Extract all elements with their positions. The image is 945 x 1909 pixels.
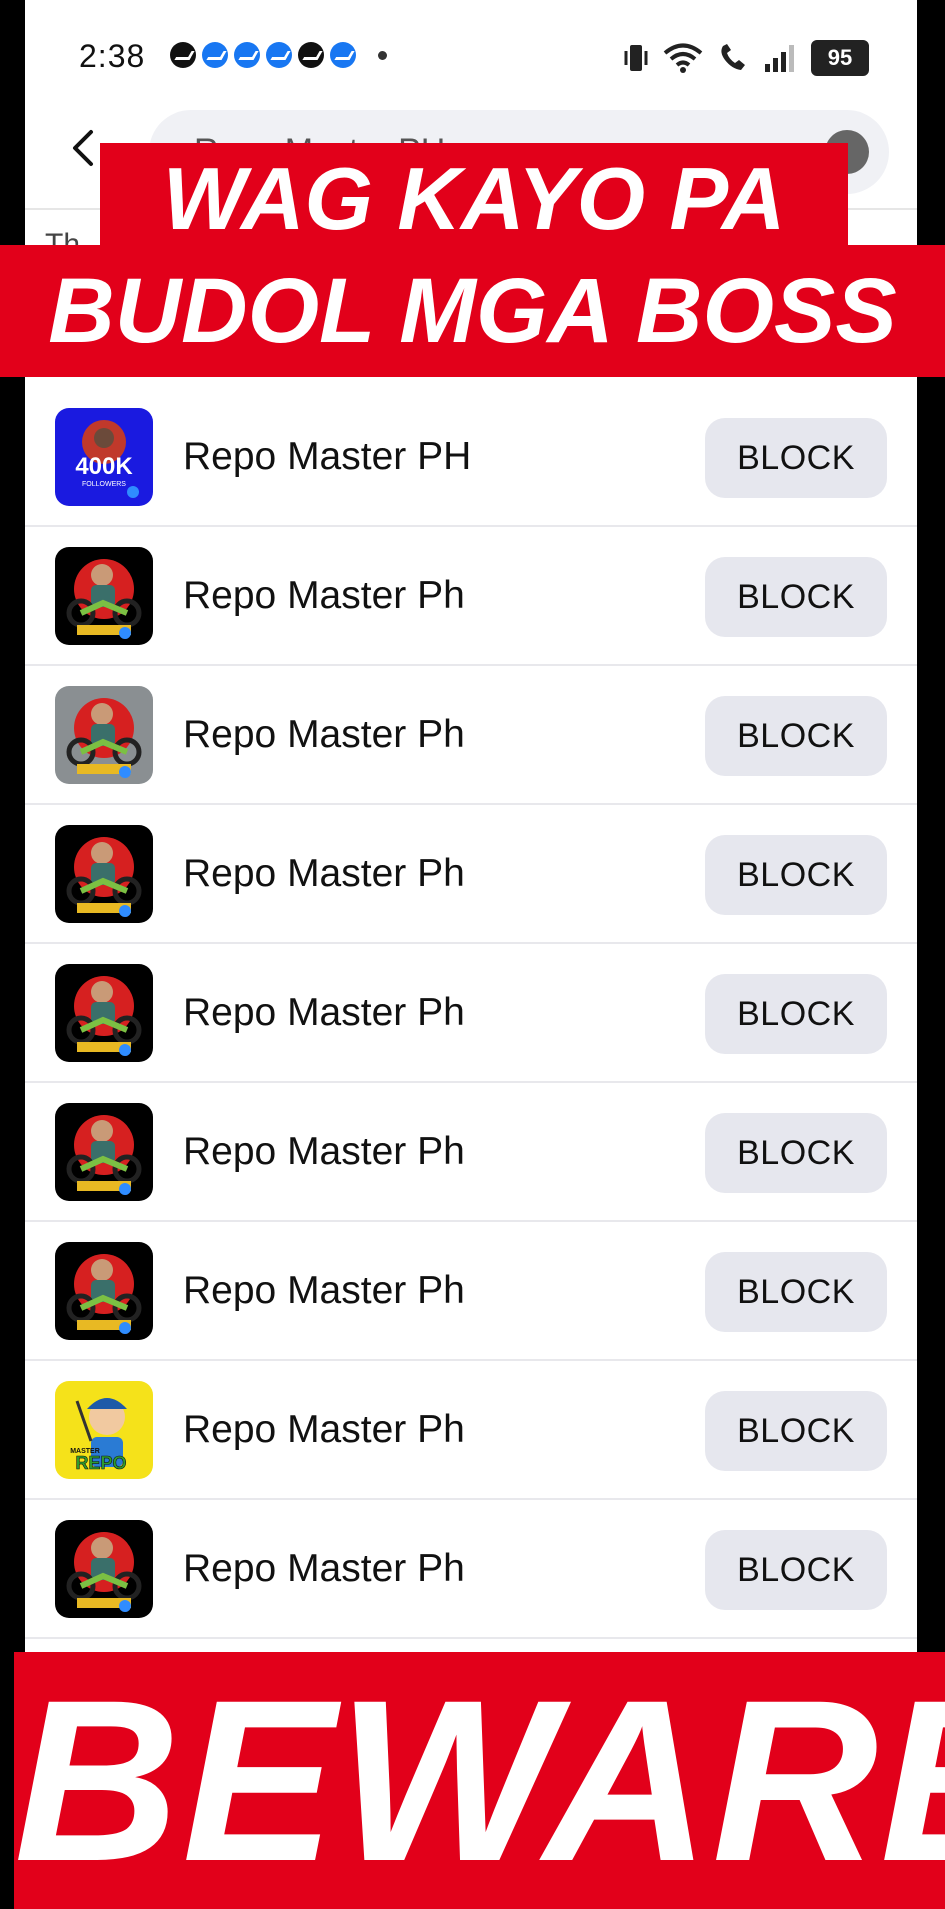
block-button[interactable]: BLOCK xyxy=(705,1530,887,1610)
result-row[interactable]: Repo Master Ph BLOCK xyxy=(25,944,917,1083)
profile-avatar[interactable] xyxy=(55,825,153,923)
profile-name[interactable]: Repo Master Ph xyxy=(183,1130,465,1174)
profile-name[interactable]: Repo Master Ph xyxy=(183,713,465,757)
block-button[interactable]: BLOCK xyxy=(705,696,887,776)
result-row[interactable]: Repo Master Ph BLOCK xyxy=(25,666,917,805)
avatar-repo-label: REPO xyxy=(75,1453,126,1473)
profile-avatar[interactable]: MASTER REPO xyxy=(55,1381,153,1479)
profile-name[interactable]: Repo Master Ph xyxy=(183,574,465,618)
profile-avatar[interactable] xyxy=(55,1520,153,1618)
profile-name[interactable]: Repo Master Ph xyxy=(183,852,465,896)
block-button[interactable]: BLOCK xyxy=(705,557,887,637)
profile-name[interactable]: Repo Master Ph xyxy=(183,1269,465,1313)
profile-avatar[interactable] xyxy=(55,686,153,784)
profile-name[interactable]: Repo Master Ph xyxy=(183,991,465,1035)
messenger-icon xyxy=(234,42,260,68)
notification-icon xyxy=(298,42,324,68)
block-button[interactable]: BLOCK xyxy=(705,974,887,1054)
block-button[interactable]: BLOCK xyxy=(705,1113,887,1193)
block-button[interactable]: BLOCK xyxy=(705,1391,887,1471)
status-time: 2:38 xyxy=(79,38,146,74)
result-row[interactable]: Repo Master Ph BLOCK xyxy=(25,527,917,666)
overlay-banner-line2: BUDOL MGA BOSS xyxy=(0,245,945,377)
profile-name[interactable]: Repo Master PH xyxy=(183,435,471,479)
profile-avatar[interactable] xyxy=(55,964,153,1062)
profile-avatar[interactable] xyxy=(55,547,153,645)
profile-avatar[interactable] xyxy=(55,1103,153,1201)
block-button[interactable]: BLOCK xyxy=(705,1252,887,1332)
result-row[interactable]: Repo Master Ph BLOCK xyxy=(25,805,917,944)
back-arrow-icon[interactable] xyxy=(65,128,105,168)
signal-icon xyxy=(765,45,794,72)
result-row[interactable]: 400K FOLLOWERS Repo Master PH BLOCK xyxy=(25,388,917,527)
block-button[interactable]: BLOCK xyxy=(705,418,887,498)
battery-indicator: 95 xyxy=(811,40,869,76)
result-row[interactable]: MASTER REPO Repo Master Ph BLOCK xyxy=(25,1361,917,1500)
profile-avatar[interactable]: 400K FOLLOWERS xyxy=(55,408,153,506)
system-icons: 95 xyxy=(623,40,869,76)
result-row[interactable]: Repo Master Ph BLOCK xyxy=(25,1222,917,1361)
wifi-calling-icon xyxy=(721,44,745,70)
notification-icon xyxy=(170,42,196,68)
notification-icons xyxy=(170,42,387,68)
wifi-icon xyxy=(663,43,703,73)
profile-avatar[interactable] xyxy=(55,1242,153,1340)
messenger-icon xyxy=(202,42,228,68)
result-row[interactable]: Repo Master Ph BLOCK xyxy=(25,1083,917,1222)
overlay-banner-line1: WAG KAYO PA xyxy=(100,143,848,255)
messenger-icon xyxy=(330,42,356,68)
avatar-followers-count: 400K xyxy=(75,453,133,480)
avatar-followers-label: FOLLOWERS xyxy=(82,481,126,488)
profile-name[interactable]: Repo Master Ph xyxy=(183,1408,465,1452)
result-row[interactable]: Repo Master Ph BLOCK xyxy=(25,1500,917,1639)
overlay-banner-beware: BEWARE xyxy=(14,1652,945,1909)
messenger-icon xyxy=(266,42,292,68)
result-list: 400K FOLLOWERS Repo Master PH BLOCK Repo Mas… xyxy=(25,388,917,1639)
profile-name[interactable]: Repo Master Ph xyxy=(183,1547,465,1591)
vibrate-icon xyxy=(624,45,648,71)
block-button[interactable]: BLOCK xyxy=(705,835,887,915)
more-notifications-dot xyxy=(378,50,387,60)
